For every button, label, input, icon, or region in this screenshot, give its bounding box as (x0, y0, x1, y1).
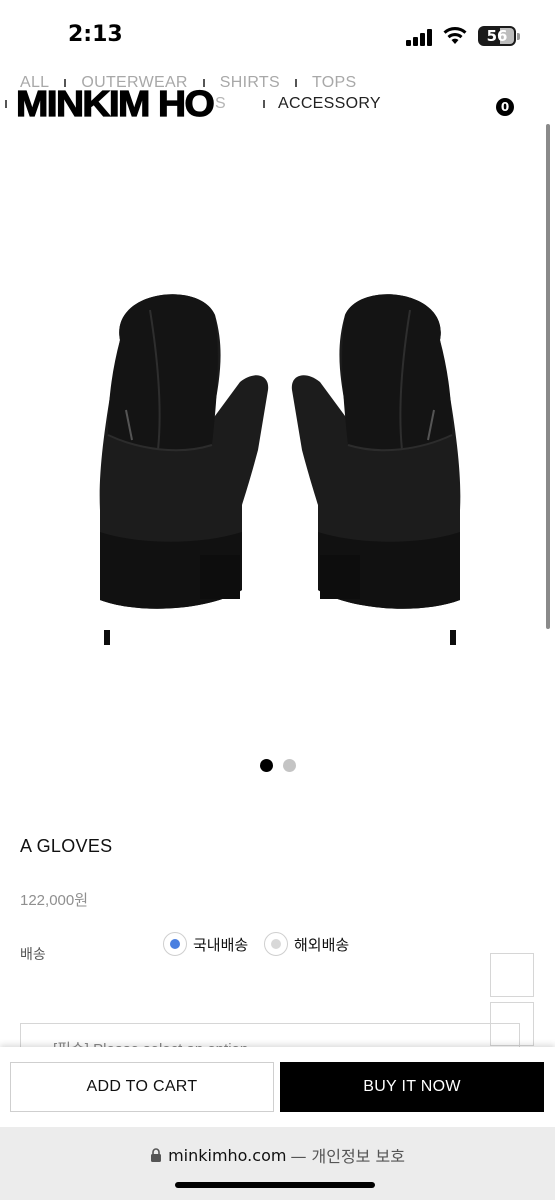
nav-divider (5, 100, 7, 108)
scrollbar[interactable] (546, 124, 550, 629)
nav-divider (263, 100, 265, 108)
cellular-signal-icon (406, 28, 434, 46)
cart-count-badge[interactable]: 0 (496, 98, 514, 116)
nav-link-partial[interactable]: S (215, 95, 226, 113)
carousel-dot-2[interactable] (283, 759, 296, 772)
image-carousel-dots (260, 759, 296, 772)
add-to-cart-button[interactable]: ADD TO CART (10, 1062, 274, 1112)
buy-now-button[interactable]: BUY IT NOW (280, 1062, 544, 1112)
url-domain[interactable]: minkimho.com (168, 1146, 286, 1165)
mitten-gloves-image[interactable] (80, 270, 480, 670)
battery-icon: 56 (478, 26, 516, 46)
product-name: A GLOVES (20, 836, 113, 856)
right-mitten (291, 294, 461, 645)
nav-link-shirts[interactable]: SHIRTS (220, 74, 280, 92)
browser-url-bar[interactable]: minkimho.com — 개인정보 보호 (0, 1127, 555, 1200)
product-price: 122,000원 (20, 892, 89, 909)
status-time: 2:13 (68, 22, 123, 47)
action-bar: ADD TO CART BUY IT NOW (0, 1047, 555, 1127)
wifi-icon (443, 27, 467, 44)
shipping-option-domestic[interactable]: 국내배송 (163, 932, 248, 956)
url-privacy-note: — 개인정보 보호 (290, 1147, 405, 1166)
battery-cap (517, 33, 520, 40)
shipping-label: 배송 (20, 946, 46, 962)
left-mitten (99, 294, 269, 645)
radio-domestic[interactable] (163, 932, 187, 956)
status-bar: 2:13 56 (0, 0, 555, 70)
shipping-option-overseas-label: 해외배송 (294, 936, 350, 954)
nav-link-tops[interactable]: TOPS (312, 74, 356, 92)
brand-logo[interactable]: MINKIM HO (15, 83, 215, 124)
lock-icon (151, 1148, 162, 1162)
battery-level: 56 (486, 27, 508, 45)
nav-divider (294, 79, 297, 87)
carousel-dot-1[interactable] (260, 759, 273, 772)
shipping-option-overseas[interactable]: 해외배송 (264, 932, 349, 956)
home-indicator[interactable] (175, 1182, 375, 1188)
side-action-box[interactable] (490, 953, 534, 997)
shipping-option-domestic-label: 국내배송 (193, 936, 249, 954)
radio-overseas[interactable] (264, 932, 288, 956)
nav-link-accessory[interactable]: ACCESSORY (278, 95, 381, 113)
